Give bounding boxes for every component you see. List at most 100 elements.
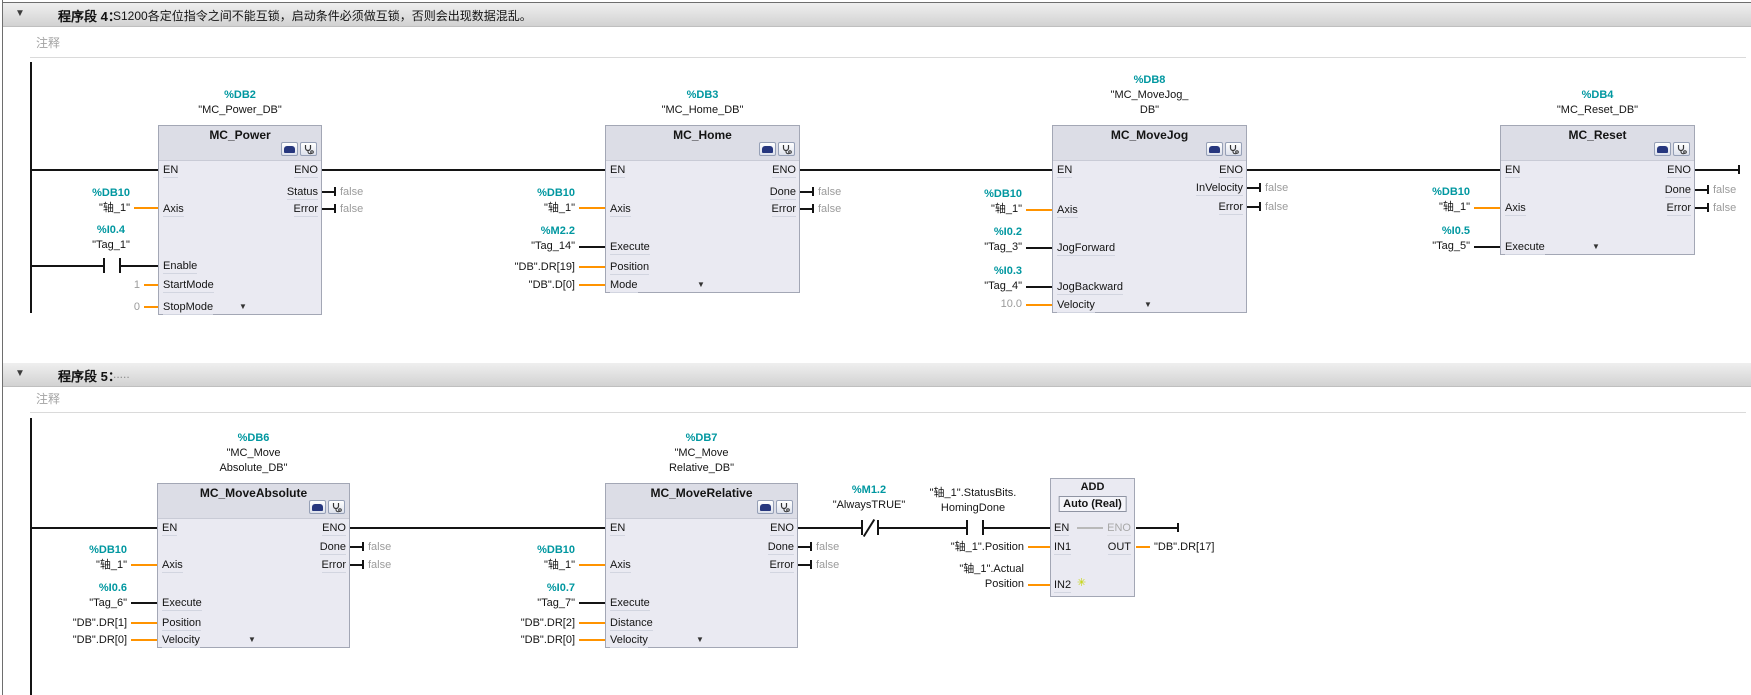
no-contact[interactable] — [966, 520, 968, 535]
pin-jogbackward[interactable]: JogBackward — [1057, 280, 1123, 295]
pin-mode[interactable]: Mode — [610, 278, 638, 293]
operand-address[interactable]: %I0.6 — [17, 581, 127, 596]
pin-axis[interactable]: Axis — [610, 202, 631, 217]
monitor-icon[interactable] — [1225, 142, 1242, 156]
operand-name[interactable]: "轴_1".Position — [908, 540, 1024, 555]
operand-name[interactable]: "Tag_4" — [912, 279, 1022, 294]
db-name[interactable]: "MC_Power_DB" — [158, 103, 322, 118]
pin-position[interactable]: Position — [610, 260, 649, 275]
pin-execute[interactable]: Execute — [610, 240, 650, 255]
block-title[interactable]: MC_MoveAbsolute — [158, 486, 349, 500]
pin-eno[interactable]: ENO — [240, 163, 318, 178]
network-4-note[interactable]: 注释 — [36, 34, 60, 51]
monitor-icon[interactable] — [778, 142, 795, 156]
block-title[interactable]: ADD — [1051, 481, 1134, 493]
pin-error[interactable]: Error — [716, 558, 794, 573]
open-block-icon[interactable] — [759, 142, 776, 156]
contact-name[interactable]: "轴_1".StatusBits. — [900, 486, 1046, 501]
pin-en[interactable]: EN — [163, 163, 178, 178]
insert-input-icon[interactable]: ✳ — [1077, 578, 1086, 589]
pin-en[interactable]: EN — [610, 163, 625, 178]
expand-block-arrow[interactable]: ▼ — [1592, 243, 1600, 251]
pin-en[interactable]: EN — [162, 521, 177, 536]
pin-error[interactable]: Error — [718, 202, 796, 217]
db-address[interactable]: %DB2 — [158, 88, 322, 103]
operand-address[interactable]: %I0.7 — [465, 581, 575, 596]
nc-contact[interactable] — [877, 520, 879, 535]
expand-block-arrow[interactable]: ▼ — [697, 281, 705, 289]
monitor-icon[interactable] — [1673, 142, 1690, 156]
no-contact[interactable] — [982, 520, 984, 535]
operand-name[interactable]: "轴_1" — [465, 201, 575, 216]
pin-done[interactable]: Done — [718, 185, 796, 200]
network-4-title-bar[interactable]: ▼ 程序段 4： S1200各定位指令之间不能互锁，启动条件必须做互锁，否则会出… — [3, 3, 1751, 27]
pin-axis[interactable]: Axis — [1505, 201, 1526, 216]
block-title[interactable]: MC_Reset — [1501, 128, 1694, 142]
pin-startmode[interactable]: StartMode — [163, 278, 214, 293]
pin-en[interactable]: EN — [1057, 163, 1072, 178]
operand-value[interactable]: 1 — [90, 278, 140, 293]
operand-name[interactable]: "DB".DR[0] — [17, 633, 127, 648]
collapse-icon[interactable]: ▼ — [15, 8, 25, 19]
pin-velocity[interactable]: Velocity — [610, 633, 648, 648]
pin-jogforward[interactable]: JogForward — [1057, 241, 1115, 256]
operand-name[interactable]: "Tag_3" — [912, 240, 1022, 255]
operand-address[interactable]: %DB10 — [20, 186, 130, 201]
pin-error[interactable]: Error — [240, 202, 318, 217]
pin-distance[interactable]: Distance — [610, 616, 653, 631]
open-block-icon[interactable] — [1654, 142, 1671, 156]
pin-axis[interactable]: Axis — [162, 558, 183, 573]
pin-eno[interactable]: ENO — [268, 521, 346, 536]
db-name[interactable]: DB" — [1052, 103, 1247, 118]
db-name[interactable]: Absolute_DB" — [157, 461, 350, 476]
block-title[interactable]: MC_Home — [606, 128, 799, 142]
operand-name[interactable]: "DB".D[0] — [465, 278, 575, 293]
operand-name[interactable]: "DB".DR[2] — [465, 616, 575, 631]
db-address[interactable]: %DB3 — [605, 88, 800, 103]
operand-name[interactable]: "DB".DR[19] — [465, 260, 575, 275]
operand-address[interactable]: %M2.2 — [465, 224, 575, 239]
pin-out[interactable]: OUT — [1090, 540, 1131, 555]
db-address[interactable]: %DB6 — [157, 431, 350, 446]
operand-address[interactable]: %I0.5 — [1360, 224, 1470, 239]
pin-axis[interactable]: Axis — [1057, 203, 1078, 218]
operand-address[interactable]: %I0.2 — [912, 225, 1022, 240]
operand-address[interactable]: %DB10 — [465, 543, 575, 558]
block-title[interactable]: MC_MoveRelative — [606, 486, 797, 500]
collapse-icon[interactable]: ▼ — [15, 368, 25, 379]
pin-status[interactable]: Status — [240, 185, 318, 200]
block-title[interactable]: MC_MoveJog — [1053, 128, 1246, 142]
pin-en[interactable]: EN — [1505, 163, 1520, 178]
db-name[interactable]: "MC_Move — [157, 446, 350, 461]
db-name[interactable]: "MC_Move — [605, 446, 798, 461]
db-address[interactable]: %DB4 — [1500, 88, 1695, 103]
operand-value[interactable]: 0 — [90, 300, 140, 315]
pin-en[interactable]: EN — [1054, 521, 1069, 536]
pin-eno[interactable]: ENO — [1613, 163, 1691, 178]
operand-address[interactable]: %DB10 — [465, 186, 575, 201]
pin-error[interactable]: Error — [1165, 200, 1243, 215]
operand-name[interactable]: "Tag_14" — [465, 239, 575, 254]
db-address[interactable]: %DB8 — [1052, 73, 1247, 88]
expand-block-arrow[interactable]: ▼ — [696, 636, 704, 644]
open-block-icon[interactable] — [309, 500, 326, 514]
db-name[interactable]: Relative_DB" — [605, 461, 798, 476]
monitor-icon[interactable] — [776, 500, 793, 514]
pin-eno[interactable]: ENO — [718, 163, 796, 178]
operand-name[interactable]: "轴_1" — [912, 202, 1022, 217]
pin-eno[interactable]: ENO — [716, 521, 794, 536]
expand-block-arrow[interactable]: ▼ — [248, 636, 256, 644]
pin-velocity[interactable]: Velocity — [162, 633, 200, 648]
pin-enable[interactable]: Enable — [163, 259, 197, 274]
operand-name[interactable]: "轴_1" — [1360, 200, 1470, 215]
pin-position[interactable]: Position — [162, 616, 201, 631]
network-5-note[interactable]: 注释 — [36, 390, 60, 407]
open-block-icon[interactable] — [757, 500, 774, 514]
operand-address[interactable]: %I0.3 — [912, 264, 1022, 279]
pin-error[interactable]: Error — [1613, 201, 1691, 216]
open-block-icon[interactable] — [281, 142, 298, 156]
pin-execute[interactable]: Execute — [610, 596, 650, 611]
pin-axis[interactable]: Axis — [163, 202, 184, 217]
pin-velocity[interactable]: Velocity — [1057, 298, 1095, 313]
pin-done[interactable]: Done — [268, 540, 346, 555]
